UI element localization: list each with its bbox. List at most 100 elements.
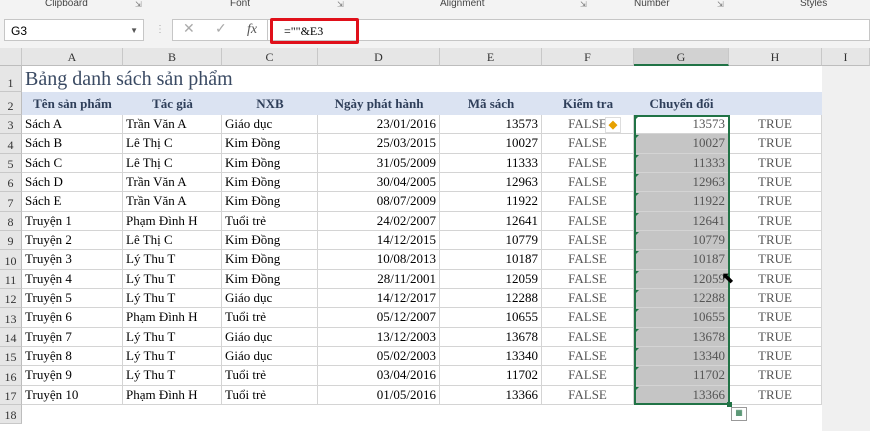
row-header-3[interactable]: 3 <box>0 115 22 135</box>
column-header-E[interactable]: E <box>440 48 542 66</box>
table-cell[interactable]: TRUE <box>729 134 822 154</box>
table-cell[interactable]: 12059 <box>440 269 542 289</box>
column-label[interactable]: Tên sản phẩm <box>22 92 123 115</box>
column-label[interactable]: Kiểm tra <box>542 92 634 115</box>
table-cell[interactable]: Truyện 6 <box>22 308 123 328</box>
table-cell[interactable]: 24/02/2007 <box>318 211 440 231</box>
row-header-7[interactable]: 7 <box>0 192 22 212</box>
table-cell[interactable]: 13678 <box>440 327 542 347</box>
table-cell[interactable]: Truyện 5 <box>22 288 123 309</box>
table-cell[interactable]: FALSE <box>542 269 634 289</box>
row-header-17[interactable]: 17 <box>0 385 22 405</box>
table-cell[interactable]: TRUE <box>729 366 822 386</box>
dialog-launcher-icon[interactable]: ⇲ <box>717 0 724 9</box>
table-cell[interactable]: TRUE <box>729 308 822 328</box>
table-cell[interactable]: Truyện 1 <box>22 211 123 231</box>
table-cell[interactable]: Tuổi trẻ <box>222 366 318 386</box>
table-cell[interactable]: Sách C <box>22 153 123 173</box>
table-cell[interactable]: 11333 <box>440 153 542 173</box>
quick-analysis-icon[interactable]: ▦ <box>731 407 747 421</box>
table-cell[interactable]: Phạm Đình H <box>123 385 222 405</box>
row-header-15[interactable]: 15 <box>0 346 22 367</box>
table-cell[interactable]: Lý Thu T <box>123 288 222 309</box>
table-cell[interactable]: Tuổi trẻ <box>222 211 318 231</box>
table-cell[interactable]: FALSE <box>542 250 634 270</box>
table-cell[interactable]: 11702 <box>440 366 542 386</box>
table-cell[interactable]: 10187 <box>634 250 729 270</box>
row-header-6[interactable]: 6 <box>0 172 22 193</box>
table-cell[interactable]: 12641 <box>440 211 542 231</box>
table-cell[interactable]: 30/04/2005 <box>318 172 440 193</box>
table-cell[interactable]: 11702 <box>634 366 729 386</box>
table-cell[interactable]: FALSE <box>542 153 634 173</box>
column-header-I[interactable]: I <box>822 48 870 66</box>
table-cell[interactable]: Giáo dục <box>222 327 318 347</box>
row-header-11[interactable]: 11 <box>0 269 22 289</box>
table-cell[interactable]: 12059 <box>634 269 729 289</box>
table-cell[interactable]: Kim Đồng <box>222 192 318 212</box>
table-cell[interactable]: 11922 <box>440 192 542 212</box>
table-cell[interactable]: Sách E <box>22 192 123 212</box>
table-cell[interactable]: 31/05/2009 <box>318 153 440 173</box>
table-cell[interactable]: Lê Thị C <box>123 134 222 154</box>
table-cell[interactable]: FALSE <box>542 366 634 386</box>
table-cell[interactable]: FALSE <box>542 134 634 154</box>
table-cell[interactable]: Lý Thu T <box>123 366 222 386</box>
table-cell[interactable]: 12963 <box>634 172 729 193</box>
table-cell[interactable]: 10027 <box>634 134 729 154</box>
column-label[interactable]: Chuyển đổi <box>634 92 729 115</box>
table-cell[interactable]: Tuổi trẻ <box>222 308 318 328</box>
column-header-F[interactable]: F <box>542 48 634 66</box>
table-cell[interactable]: Kim Đồng <box>222 250 318 270</box>
table-cell[interactable]: FALSE <box>542 172 634 193</box>
formula-highlight[interactable]: =""&E3 <box>270 18 359 44</box>
table-cell[interactable]: Trần Văn A <box>123 172 222 193</box>
table-cell[interactable]: 13340 <box>440 346 542 367</box>
table-cell[interactable]: TRUE <box>729 172 822 193</box>
table-cell[interactable]: FALSE <box>542 211 634 231</box>
table-cell[interactable]: FALSE <box>542 308 634 328</box>
column-label[interactable]: Mã sách <box>440 92 542 115</box>
row-header-4[interactable]: 4 <box>0 134 22 154</box>
table-cell[interactable]: Sách D <box>22 172 123 193</box>
table-cell[interactable]: TRUE <box>729 230 822 251</box>
table-cell[interactable]: TRUE <box>729 269 822 289</box>
table-cell[interactable]: 10655 <box>634 308 729 328</box>
table-cell[interactable]: Truyện 10 <box>22 385 123 405</box>
table-cell[interactable]: Truyện 8 <box>22 346 123 367</box>
row-header-13[interactable]: 13 <box>0 308 22 328</box>
table-cell[interactable]: 28/11/2001 <box>318 269 440 289</box>
table-cell[interactable]: 05/02/2003 <box>318 346 440 367</box>
table-cell[interactable]: TRUE <box>729 115 822 135</box>
table-cell[interactable]: Lê Thị C <box>123 153 222 173</box>
cancel-icon[interactable]: ✕ <box>183 20 195 40</box>
dialog-launcher-icon[interactable]: ⇲ <box>135 0 142 9</box>
row-header-1[interactable]: 1 <box>0 66 22 92</box>
drag-handle-icon[interactable]: ⋮ <box>155 24 165 35</box>
table-cell[interactable]: Kim Đồng <box>222 172 318 193</box>
column-label[interactable]: Ngày phát hành <box>318 92 440 115</box>
dialog-launcher-icon[interactable]: ⇲ <box>337 0 344 9</box>
table-cell[interactable]: Lý Thu T <box>123 269 222 289</box>
row-header-5[interactable]: 5 <box>0 153 22 173</box>
table-cell[interactable]: 10/08/2013 <box>318 250 440 270</box>
table-cell[interactable]: Trần Văn A <box>123 192 222 212</box>
table-cell[interactable]: 13573 <box>634 115 729 135</box>
column-label[interactable]: Tác giả <box>123 92 222 115</box>
table-cell[interactable]: 13366 <box>440 385 542 405</box>
column-header-C[interactable]: C <box>222 48 318 66</box>
table-cell[interactable]: 12641 <box>634 211 729 231</box>
table-cell[interactable]: FALSE <box>542 327 634 347</box>
table-cell[interactable]: Giáo dục <box>222 115 318 135</box>
table-cell[interactable]: 10027 <box>440 134 542 154</box>
table-cell[interactable]: 10779 <box>634 230 729 251</box>
table-cell[interactable]: Truyện 3 <box>22 250 123 270</box>
table-cell[interactable]: FALSE <box>542 385 634 405</box>
select-all-corner[interactable] <box>0 48 22 66</box>
table-cell[interactable]: Phạm Đình H <box>123 211 222 231</box>
table-cell[interactable]: Lê Thị C <box>123 230 222 251</box>
table-cell[interactable]: Sách B <box>22 134 123 154</box>
column-header-D[interactable]: D <box>318 48 440 66</box>
table-cell[interactable]: 12288 <box>634 288 729 309</box>
row-header-14[interactable]: 14 <box>0 327 22 347</box>
